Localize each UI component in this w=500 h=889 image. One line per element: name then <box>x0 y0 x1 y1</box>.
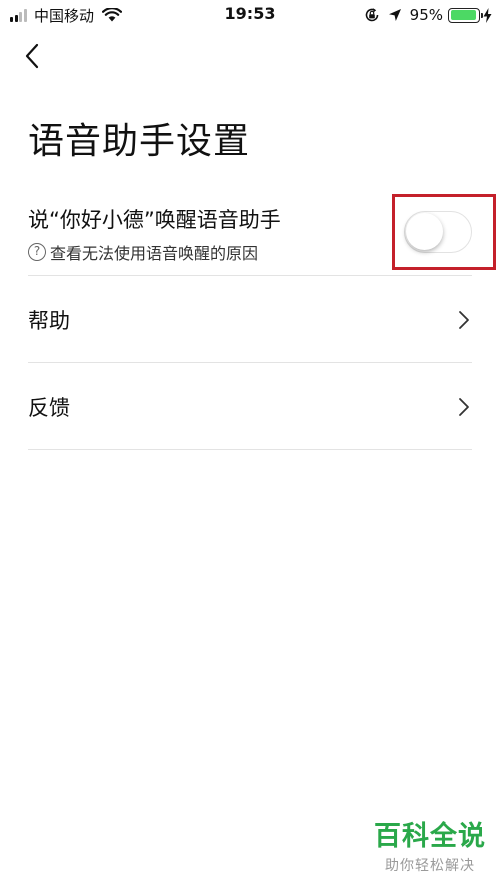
battery-fill <box>450 10 477 20</box>
menu-item-feedback[interactable]: 反馈 <box>28 364 472 450</box>
battery-percent: 95% <box>409 6 443 24</box>
charging-icon <box>483 7 492 23</box>
chevron-right-icon <box>459 310 469 329</box>
status-bar: 中国移动 19:53 95% <box>0 0 500 30</box>
location-arrow-icon <box>388 9 401 21</box>
battery-icon <box>448 7 483 23</box>
toggle-knob <box>406 213 443 250</box>
chevron-right-icon <box>459 397 469 416</box>
watermark-logo: 百科全说 助你轻松解决 <box>374 814 486 875</box>
watermark-subtitle: 助你轻松解决 <box>385 858 475 874</box>
status-right: 95% <box>364 5 492 25</box>
watermark-title: 百科全说 <box>374 821 486 852</box>
voice-wake-toggle[interactable] <box>404 211 472 253</box>
chevron-left-icon <box>25 43 39 69</box>
menu-item-feedback-label: 反馈 <box>28 395 70 420</box>
orientation-lock-icon <box>365 8 378 22</box>
voice-wake-help-text: 查看无法使用语音唤醒的原因 <box>50 244 259 263</box>
voice-wake-help-link[interactable]: ? 查看无法使用语音唤醒的原因 <box>28 240 258 264</box>
page-title: 语音助手设置 <box>28 121 251 162</box>
menu-item-help-label: 帮助 <box>28 308 70 333</box>
voice-wake-label: 说“你好小德”唤醒语音助手 <box>28 208 281 232</box>
question-circle-icon: ? <box>28 243 46 261</box>
menu-item-help[interactable]: 帮助 <box>28 277 472 363</box>
back-button[interactable] <box>24 38 60 74</box>
